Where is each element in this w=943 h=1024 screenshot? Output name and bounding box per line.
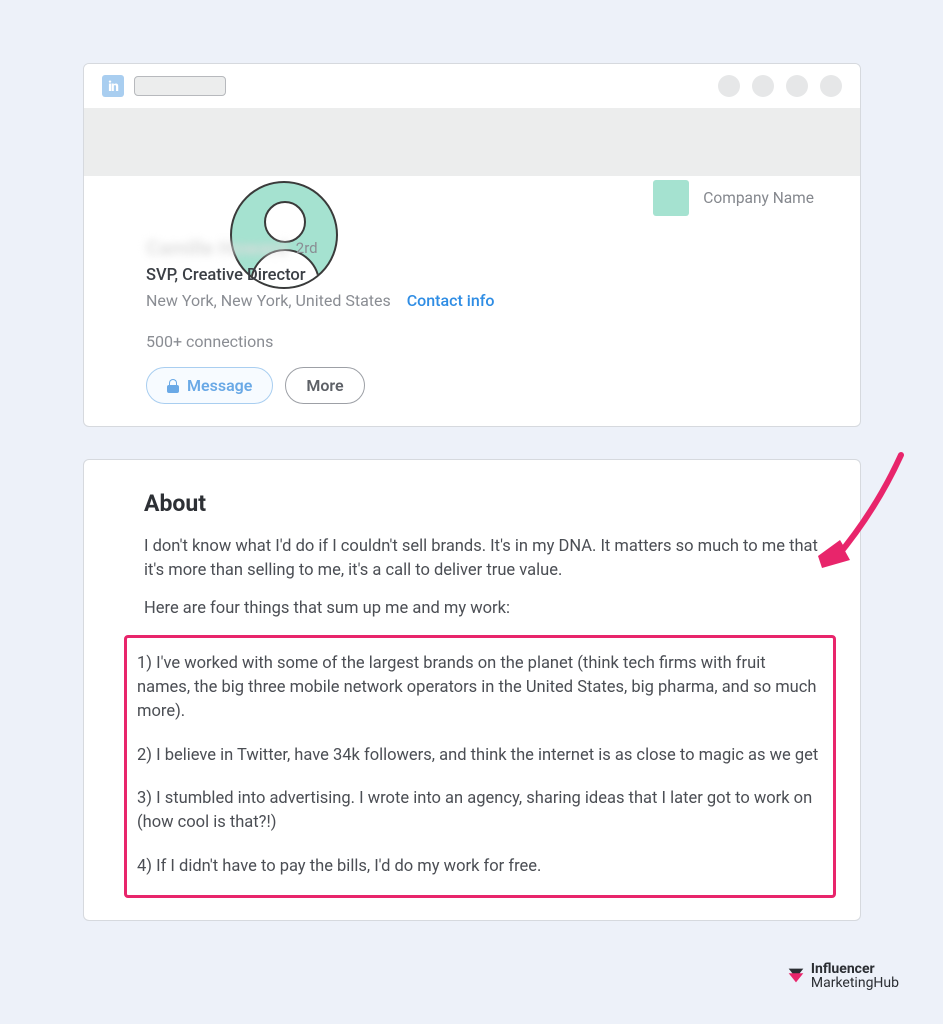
top-nav-bar: in [84,64,860,108]
about-heading: About [144,490,842,517]
nav-placeholder-icon[interactable] [786,75,808,97]
about-intro-1: I don't know what I'd do if I couldn't s… [144,535,842,583]
profile-name-blurred: Camille Howard [146,236,288,260]
more-button-label: More [306,376,343,395]
annotation-highlight-box: 1) I've worked with some of the largest … [124,635,836,898]
profile-card: in Camille Howard 2rd SVP, Creative Dire… [83,63,861,427]
nav-placeholder-icon[interactable] [820,75,842,97]
profile-location: New York, New York, United States [146,291,391,310]
watermark: Influencer MarketingHub [785,962,899,990]
profile-body: Camille Howard 2rd SVP, Creative Directo… [84,176,860,426]
connections-count[interactable]: 500+ connections [146,332,832,351]
message-button-label: Message [187,376,252,395]
watermark-arrow-icon [785,965,807,987]
nav-icon-group [718,75,842,97]
about-point-4: 4) If I didn't have to pay the bills, I'… [137,855,819,879]
more-button[interactable]: More [285,367,364,404]
lock-icon [167,379,179,393]
search-input[interactable] [134,76,226,96]
linkedin-logo-icon[interactable]: in [102,75,124,97]
watermark-text: Influencer MarketingHub [811,962,899,990]
nav-placeholder-icon[interactable] [718,75,740,97]
name-row: Camille Howard 2rd [146,236,832,260]
contact-info-link[interactable]: Contact info [407,291,495,310]
location-row: New York, New York, United States Contac… [146,291,832,310]
company-logo-icon [653,180,689,216]
about-point-1: 1) I've worked with some of the largest … [137,652,819,724]
profile-headline: SVP, Creative Director [146,266,832,285]
about-content: I don't know what I'd do if I couldn't s… [144,535,842,898]
watermark-line-2: MarketingHub [811,976,899,990]
about-point-3: 3) I stumbled into advertising. I wrote … [137,787,819,835]
watermark-line-1: Influencer [811,962,899,976]
about-intro-2: Here are four things that sum up me and … [144,597,842,621]
about-card: About I don't know what I'd do if I coul… [83,459,861,921]
cover-banner [84,108,860,176]
connection-degree: 2rd [296,239,318,257]
action-button-row: Message More [146,367,832,404]
company-block[interactable]: Company Name [653,180,814,216]
about-point-2: 2) I believe in Twitter, have 34k follow… [137,744,819,768]
message-button[interactable]: Message [146,367,273,404]
company-name-label: Company Name [703,189,814,207]
nav-placeholder-icon[interactable] [752,75,774,97]
